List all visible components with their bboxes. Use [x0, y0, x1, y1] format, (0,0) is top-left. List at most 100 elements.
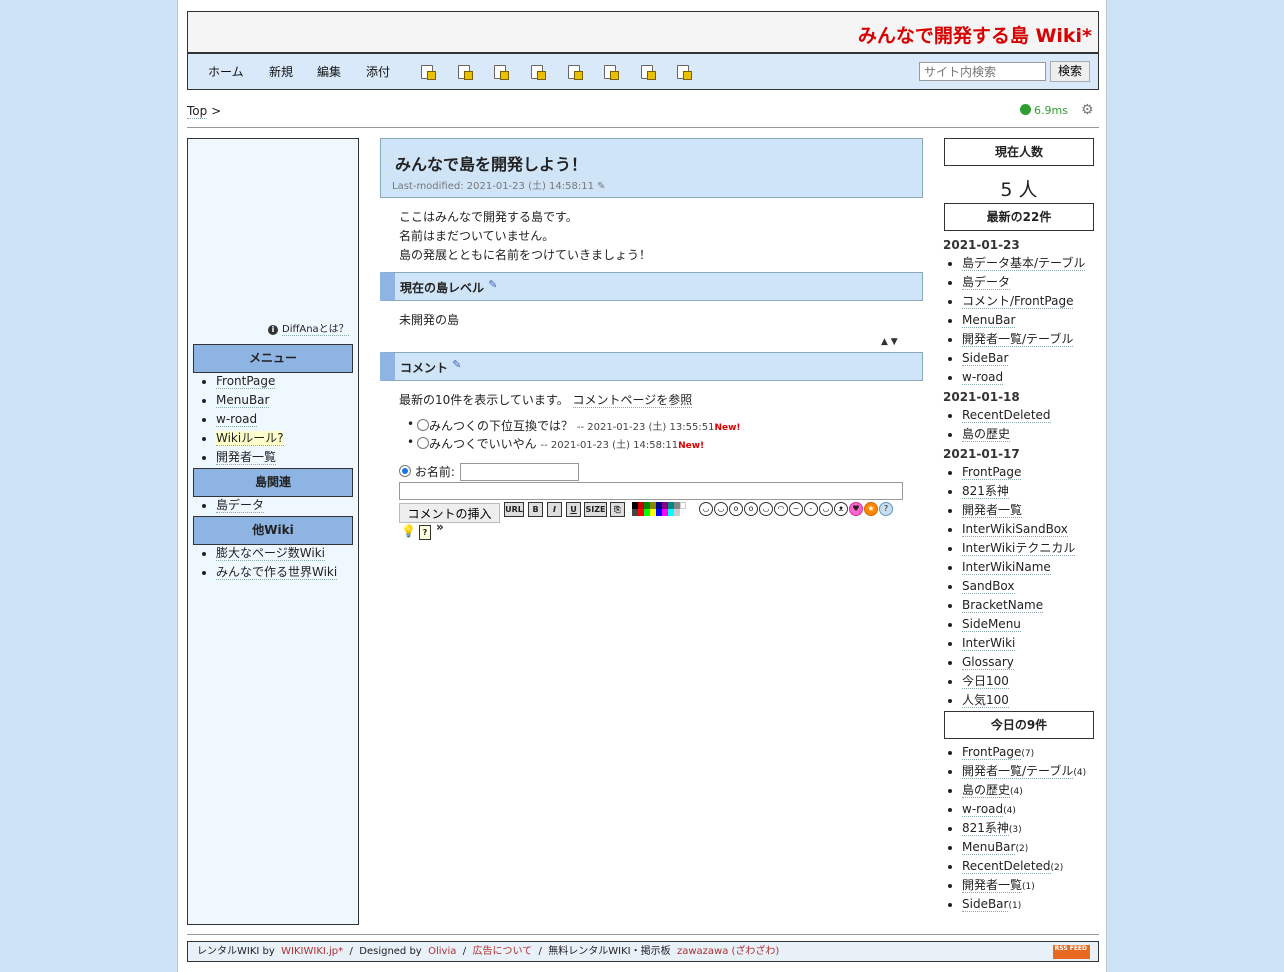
wikiwiki-link[interactable]: WIKIWIKI.jp*	[281, 946, 343, 957]
recent-link[interactable]: 821系神	[962, 484, 1009, 499]
zawazawa-link[interactable]: zawazawa (ざわざわ)	[677, 946, 779, 957]
search-button[interactable]: 検索	[1050, 61, 1090, 82]
recent-link[interactable]: Glossary	[962, 655, 1014, 670]
recent-link[interactable]: 開発者一覧/テーブル	[962, 332, 1074, 347]
menu-item-wiki-rules[interactable]: Wikiルール?	[216, 431, 284, 446]
pencil-icon[interactable]: ✎	[452, 358, 461, 371]
diff-icon[interactable]	[458, 65, 473, 80]
url-button[interactable]: URL	[504, 502, 524, 517]
section-arrows[interactable]: ▲ ▼	[881, 337, 898, 347]
recent-link[interactable]: SideMenu	[962, 617, 1021, 632]
recent-link[interactable]: 島の歴史	[962, 427, 1011, 442]
recent-link[interactable]: BracketName	[962, 598, 1044, 613]
bold-button[interactable]: B	[528, 502, 543, 517]
star-icon[interactable]: ★	[864, 502, 878, 516]
recent-link[interactable]: コメント/FrontPage	[962, 294, 1074, 309]
bulb-icon[interactable]: 💡	[401, 524, 416, 538]
recent-link[interactable]: 人気100	[962, 693, 1009, 708]
attach-icon[interactable]: ⎘	[610, 502, 625, 517]
wink-icon[interactable]: ◡	[759, 502, 773, 516]
worried-icon[interactable]: ~	[789, 502, 803, 516]
save-icon[interactable]	[531, 65, 546, 80]
recent-link[interactable]: w-road	[962, 370, 1004, 385]
comment-radio[interactable]	[417, 419, 429, 431]
diffana-label[interactable]: DiffAnaとは？	[282, 324, 349, 336]
list-icon[interactable]	[421, 65, 436, 80]
help-icon[interactable]	[677, 65, 692, 80]
bigsmile-icon[interactable]: ◡	[714, 502, 728, 516]
menu-item-developers[interactable]: 開発者一覧	[216, 450, 277, 465]
recent-link[interactable]: FrontPage	[962, 465, 1022, 480]
comment-radio[interactable]	[417, 437, 429, 449]
today-link[interactable]: 開発者一覧/テーブル	[962, 764, 1074, 779]
recent-link[interactable]: InterWiki	[962, 636, 1016, 651]
menu-item-huge-wiki[interactable]: 膨大なページ数Wiki	[216, 546, 325, 561]
nav-new-link[interactable]: 新規	[269, 63, 293, 80]
today-link[interactable]: MenuBar	[962, 840, 1016, 855]
help-icon[interactable]: ?	[419, 525, 431, 540]
recent-link[interactable]: 島データ	[962, 275, 1011, 290]
smile-icon[interactable]: ◡	[699, 502, 713, 516]
copy-icon[interactable]	[604, 65, 619, 80]
recent-link[interactable]: 開発者一覧	[962, 503, 1023, 518]
size-button[interactable]: SIZE	[584, 502, 607, 517]
comment-field[interactable]	[399, 482, 903, 500]
recent-link[interactable]: 島データ基本/テーブル	[962, 256, 1086, 271]
name-field[interactable]	[460, 463, 579, 481]
sweat-icon[interactable]: -	[804, 502, 818, 516]
menu-item-frontpage[interactable]: FrontPage	[216, 374, 276, 389]
color-swatch[interactable]	[680, 502, 686, 509]
today-link[interactable]: FrontPage	[962, 745, 1022, 760]
recent-link[interactable]: SideBar	[962, 351, 1009, 366]
sad-icon[interactable]: ◠	[774, 502, 788, 516]
nav-edit-link[interactable]: 編集	[317, 63, 341, 80]
color-swatch[interactable]	[674, 509, 680, 516]
lock-icon[interactable]	[568, 65, 583, 80]
edit-icon[interactable]: ✎	[597, 181, 605, 192]
gear-icon[interactable]: ⚙	[1081, 102, 1094, 118]
page-title: みんなで島を開発しよう！	[395, 155, 588, 174]
today-link[interactable]: RecentDeleted	[962, 859, 1051, 874]
menu-item-menubar[interactable]: MenuBar	[216, 393, 270, 408]
today-link[interactable]: 821系神	[962, 821, 1009, 836]
today-link[interactable]: w-road	[962, 802, 1004, 817]
pencil-icon[interactable]: ✎	[488, 278, 497, 291]
today-link[interactable]: 島の歴史	[962, 783, 1011, 798]
recent-link[interactable]: InterWikiSandBox	[962, 522, 1068, 537]
menu-item-w-road[interactable]: w-road	[216, 412, 258, 427]
rss-feed-icon[interactable]: RSS FEED	[1053, 945, 1090, 959]
list-item: 開発者一覧	[962, 501, 1075, 520]
underline-button[interactable]: U	[566, 502, 581, 517]
ads-link[interactable]: 広告について	[472, 946, 532, 957]
nav-attach-link[interactable]: 添付	[366, 63, 390, 80]
italic-button[interactable]: I	[547, 502, 562, 517]
nav-home-link[interactable]: ホーム	[208, 63, 244, 80]
huh-icon[interactable]: o	[729, 502, 743, 516]
recent-link[interactable]: MenuBar	[962, 313, 1016, 328]
list-item: w-road(4)	[962, 800, 1086, 819]
bear-icon[interactable]: ᴥ	[834, 502, 848, 516]
recent-link[interactable]: InterWikiテクニカル	[962, 541, 1076, 556]
new-comment-radio[interactable]	[399, 465, 411, 477]
comment-page-link[interactable]: コメントページを参照	[572, 393, 693, 408]
recent-link[interactable]: 今日100	[962, 674, 1009, 689]
search-input[interactable]	[919, 62, 1046, 81]
happy-icon[interactable]: ◡	[819, 502, 833, 516]
today-link[interactable]: SideBar	[962, 897, 1009, 912]
menu-item-world-wiki[interactable]: みんなで作る世界Wiki	[216, 565, 338, 580]
page-icon[interactable]	[641, 65, 656, 80]
heart-icon[interactable]: ♥	[849, 502, 863, 516]
question-icon[interactable]: ?	[879, 502, 893, 516]
site-title[interactable]: みんなで開発する島 Wiki*	[858, 21, 1092, 48]
insert-comment-button[interactable]: コメントの挿入	[399, 503, 500, 523]
breadcrumb-top-link[interactable]: Top	[187, 104, 208, 119]
recent-link[interactable]: RecentDeleted	[962, 408, 1051, 423]
today-link[interactable]: 開発者一覧	[962, 878, 1023, 893]
recent-link[interactable]: SandBox	[962, 579, 1015, 594]
backup-icon[interactable]	[494, 65, 509, 80]
recent-link[interactable]: InterWikiName	[962, 560, 1051, 575]
oh-icon[interactable]: o	[744, 502, 758, 516]
olivia-link[interactable]: Olivia	[428, 946, 456, 957]
menu-item-island-data[interactable]: 島データ	[216, 498, 265, 513]
chevron-right-icon[interactable]: »	[436, 520, 444, 534]
